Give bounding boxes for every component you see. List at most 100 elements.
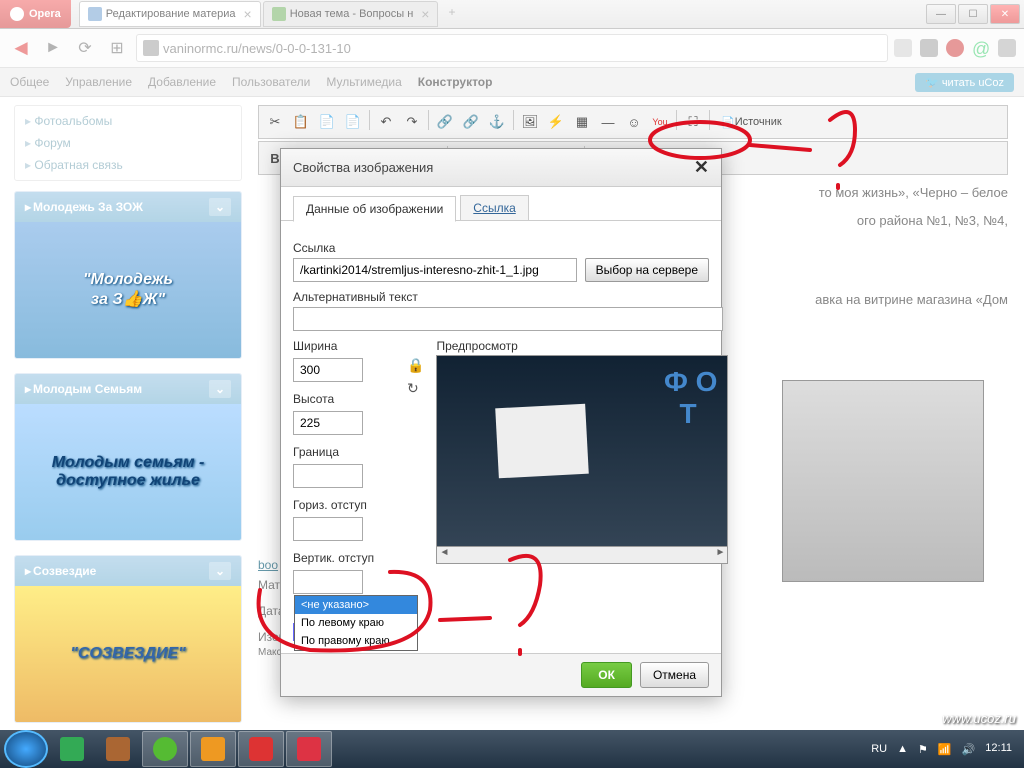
tray-volume-icon[interactable]: 🔊 (962, 743, 976, 756)
flash-icon[interactable]: ⚡ (544, 110, 568, 134)
tab-image-info[interactable]: Данные об изображении (293, 196, 456, 222)
mail-icon[interactable]: @ (972, 39, 990, 57)
tab-inactive[interactable]: Новая тема - Вопросы н × (263, 1, 439, 27)
redo-icon[interactable]: ↷ (400, 110, 424, 134)
dropdown-option-right[interactable]: По правому краю (295, 632, 417, 650)
site-icon (143, 40, 159, 56)
menu-constructor[interactable]: Конструктор (418, 75, 493, 89)
image-icon[interactable]: 🖼 (518, 110, 542, 134)
link-boo[interactable]: boo (258, 558, 278, 572)
link-icon[interactable]: 🔗 (433, 110, 457, 134)
paste-icon[interactable]: 📄 (315, 110, 339, 134)
opera-menu-button[interactable]: Opera (0, 0, 71, 28)
menu-multimedia[interactable]: Мультимедиа (326, 75, 401, 89)
browse-server-button[interactable]: Выбор на сервере (585, 258, 709, 282)
sidebar-box-family: Молодым Семьям⌄ Молодым семьям -доступно… (14, 373, 242, 541)
sidebar-header[interactable]: Молодым Семьям⌄ (15, 374, 241, 404)
tray-lang[interactable]: RU (871, 743, 887, 755)
youtube-icon[interactable]: You (648, 110, 672, 134)
tab-close-icon[interactable]: × (421, 6, 429, 22)
alt-input[interactable] (293, 307, 723, 331)
menu-add[interactable]: Добавление (148, 75, 216, 89)
taskbar-utorrent-icon[interactable] (142, 731, 188, 767)
sidebar-header[interactable]: Молодежь За ЗОЖ⌄ (15, 192, 241, 222)
dropdown-option-none[interactable]: <не указано> (295, 596, 417, 614)
taskbar-app-icon[interactable] (190, 731, 236, 767)
menu-general[interactable]: Общее (10, 75, 49, 89)
width-input[interactable] (293, 358, 363, 382)
preview-scrollbar[interactable] (436, 547, 728, 564)
close-button[interactable]: ✕ (990, 4, 1020, 24)
new-tab-button[interactable]: + (440, 1, 463, 27)
chevron-down-icon[interactable]: ⌄ (209, 562, 231, 580)
anchor-icon[interactable]: ⚓ (485, 110, 509, 134)
lock-ratio-icon[interactable]: 🔒 (407, 357, 424, 374)
cut-icon[interactable]: ✂ (263, 110, 287, 134)
taskbar: RU ▲ ⚑ 📶 🔊 12:11 (0, 730, 1024, 768)
alt-label: Альтернативный текст (293, 290, 709, 304)
speed-dial-button[interactable]: ⊞ (104, 35, 130, 61)
maximize-icon[interactable]: ⛶ (681, 110, 705, 134)
sidebar-header[interactable]: Созвездие⌄ (15, 556, 241, 586)
taskbar-mail-icon[interactable] (50, 732, 94, 766)
reload-button[interactable]: ⟳ (72, 35, 98, 61)
menu-manage[interactable]: Управление (65, 75, 132, 89)
twitter-button[interactable]: 🐦 читать uCoz (915, 73, 1014, 92)
tab-active[interactable]: Редактирование материа × (79, 1, 261, 27)
maximize-button[interactable]: ☐ (958, 4, 988, 24)
taskbar-app-icon[interactable] (96, 732, 140, 766)
extension-icon[interactable] (894, 39, 912, 57)
tab-close-icon[interactable]: × (244, 6, 252, 22)
url-input[interactable] (293, 258, 577, 282)
back-button[interactable]: ◄ (8, 35, 34, 61)
hr-icon[interactable]: — (596, 110, 620, 134)
width-label: Ширина (293, 339, 395, 353)
tab-link[interactable]: Ссылка (460, 195, 528, 221)
forward-button[interactable]: ► (40, 35, 66, 61)
border-input[interactable] (293, 464, 363, 488)
paste-text-icon[interactable]: 📄 (341, 110, 365, 134)
source-button[interactable]: 📄 Источник (714, 110, 789, 134)
dropdown-option-left[interactable]: По левому краю (295, 614, 417, 632)
start-button[interactable] (4, 730, 48, 768)
sidebar-link-photo[interactable]: Фотоальбомы (15, 110, 241, 132)
address-bar[interactable]: vaninormc.ru/news/0-0-0-131-10 (136, 34, 888, 62)
sidebar-banner[interactable]: "Молодежьза З👍Ж" (15, 222, 241, 358)
sidebar-link-feedback[interactable]: Обратная связь (15, 154, 241, 176)
adblock-icon[interactable] (946, 39, 964, 57)
taskbar-app-icon[interactable] (286, 731, 332, 767)
smiley-icon[interactable]: ☺ (622, 110, 646, 134)
browser-toolbar: ◄ ► ⟳ ⊞ vaninormc.ru/news/0-0-0-131-10 @ (0, 29, 1024, 68)
minimize-button[interactable]: — (926, 4, 956, 24)
url-label: Ссылка (293, 241, 709, 255)
hspace-input[interactable] (293, 517, 363, 541)
menu-users[interactable]: Пользователи (232, 75, 310, 89)
dialog-titlebar[interactable]: Свойства изображения ✕ (281, 149, 721, 187)
sidebar-link-forum[interactable]: Форум (15, 132, 241, 154)
ok-button[interactable]: ОК (581, 662, 632, 688)
tray-flag-icon[interactable]: ▲ (897, 743, 908, 755)
sidebar-links: Фотоальбомы Форум Обратная связь (14, 105, 242, 181)
bookmark-icon[interactable] (920, 39, 938, 57)
chevron-down-icon[interactable]: ⌄ (209, 380, 231, 398)
sidebar-banner[interactable]: "СОЗВЕЗДИЕ" (15, 586, 241, 722)
unlink-icon[interactable]: 🔗 (459, 110, 483, 134)
taskbar-opera-icon[interactable] (238, 731, 284, 767)
vspace-input[interactable] (293, 570, 363, 594)
cancel-button[interactable]: Отмена (640, 662, 709, 688)
copy-icon[interactable]: 📋 (289, 110, 313, 134)
height-input[interactable] (293, 411, 363, 435)
dialog-close-icon[interactable]: ✕ (694, 157, 709, 178)
sidebar-banner[interactable]: Молодым семьям -доступное жилье (15, 404, 241, 540)
tray-network-icon[interactable]: 📶 (938, 743, 952, 756)
hspace-label: Гориз. отступ (293, 498, 395, 512)
table-icon[interactable]: ▦ (570, 110, 594, 134)
tray-clock[interactable]: 12:11 (985, 742, 1012, 755)
tray-flag-icon[interactable]: ⚑ (918, 743, 928, 756)
chevron-down-icon[interactable]: ⌄ (209, 198, 231, 216)
border-label: Граница (293, 445, 395, 459)
reset-size-icon[interactable]: ↻ (407, 380, 424, 397)
undo-icon[interactable]: ↶ (374, 110, 398, 134)
zoom-icon[interactable] (998, 39, 1016, 57)
system-tray: RU ▲ ⚑ 📶 🔊 12:11 (871, 742, 1020, 755)
